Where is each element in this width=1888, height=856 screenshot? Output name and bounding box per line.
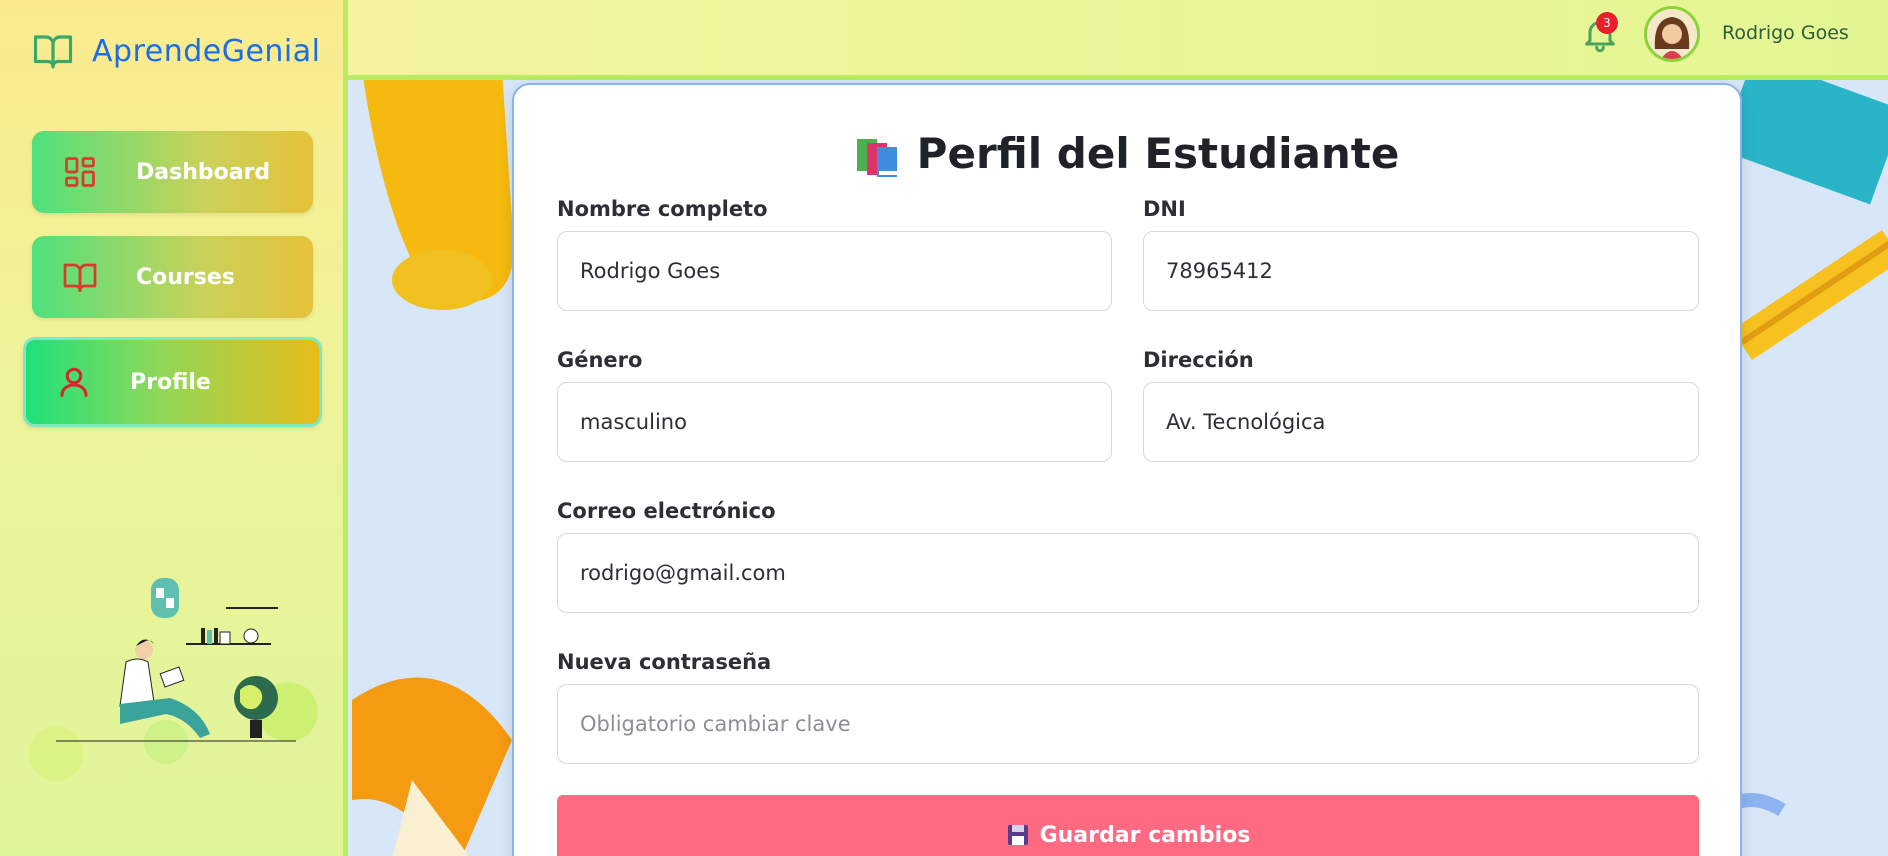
correo-input[interactable] [557, 533, 1699, 613]
book-icon [63, 263, 97, 292]
save-button[interactable]: Guardar cambios [557, 795, 1699, 856]
nombre-input[interactable] [557, 231, 1112, 311]
page-title-text: Perfil del Estudiante [916, 129, 1400, 178]
password-input[interactable] [557, 684, 1699, 764]
genero-label: Género [557, 348, 643, 372]
dashboard-grid-icon [65, 157, 95, 187]
password-label: Nueva contraseña [557, 650, 772, 674]
topbar: 3 Rodrigo Goes [348, 0, 1888, 80]
sidebar-item-label: Dashboard [136, 159, 271, 185]
direccion-label: Dirección [1143, 348, 1254, 372]
page-title: Perfil del Estudiante [514, 129, 1740, 179]
sidebar-item-profile[interactable]: Profile [23, 337, 322, 427]
sidebar-item-dashboard[interactable]: Dashboard [32, 131, 313, 213]
sidebar: AprendeGenial Dashboard Courses Profile [0, 0, 348, 856]
sidebar-item-label: Courses [136, 264, 235, 290]
user-name[interactable]: Rodrigo Goes [1722, 22, 1849, 44]
avatar[interactable] [1644, 6, 1700, 62]
brand[interactable]: AprendeGenial [32, 30, 320, 72]
brand-name: AprendeGenial [92, 33, 321, 69]
profile-card: Perfil del Estudiante Nombre completo DN… [512, 83, 1742, 856]
genero-input[interactable] [557, 382, 1112, 462]
correo-label: Correo electrónico [557, 499, 776, 523]
dni-label: DNI [1143, 197, 1186, 221]
save-button-label: Guardar cambios [1039, 822, 1251, 848]
sidebar-item-courses[interactable]: Courses [32, 236, 313, 318]
books-icon [856, 138, 897, 177]
student-reading-illustration [29, 578, 318, 781]
floppy-disk-icon [1007, 825, 1028, 845]
user-icon [60, 367, 88, 397]
book-open-icon [33, 35, 73, 69]
direccion-input[interactable] [1143, 382, 1699, 462]
sidebar-item-label: Profile [130, 369, 211, 395]
nombre-label: Nombre completo [557, 197, 768, 221]
notification-badge: 3 [1596, 12, 1618, 34]
avatar-image [1647, 9, 1697, 59]
dni-input[interactable] [1143, 231, 1699, 311]
